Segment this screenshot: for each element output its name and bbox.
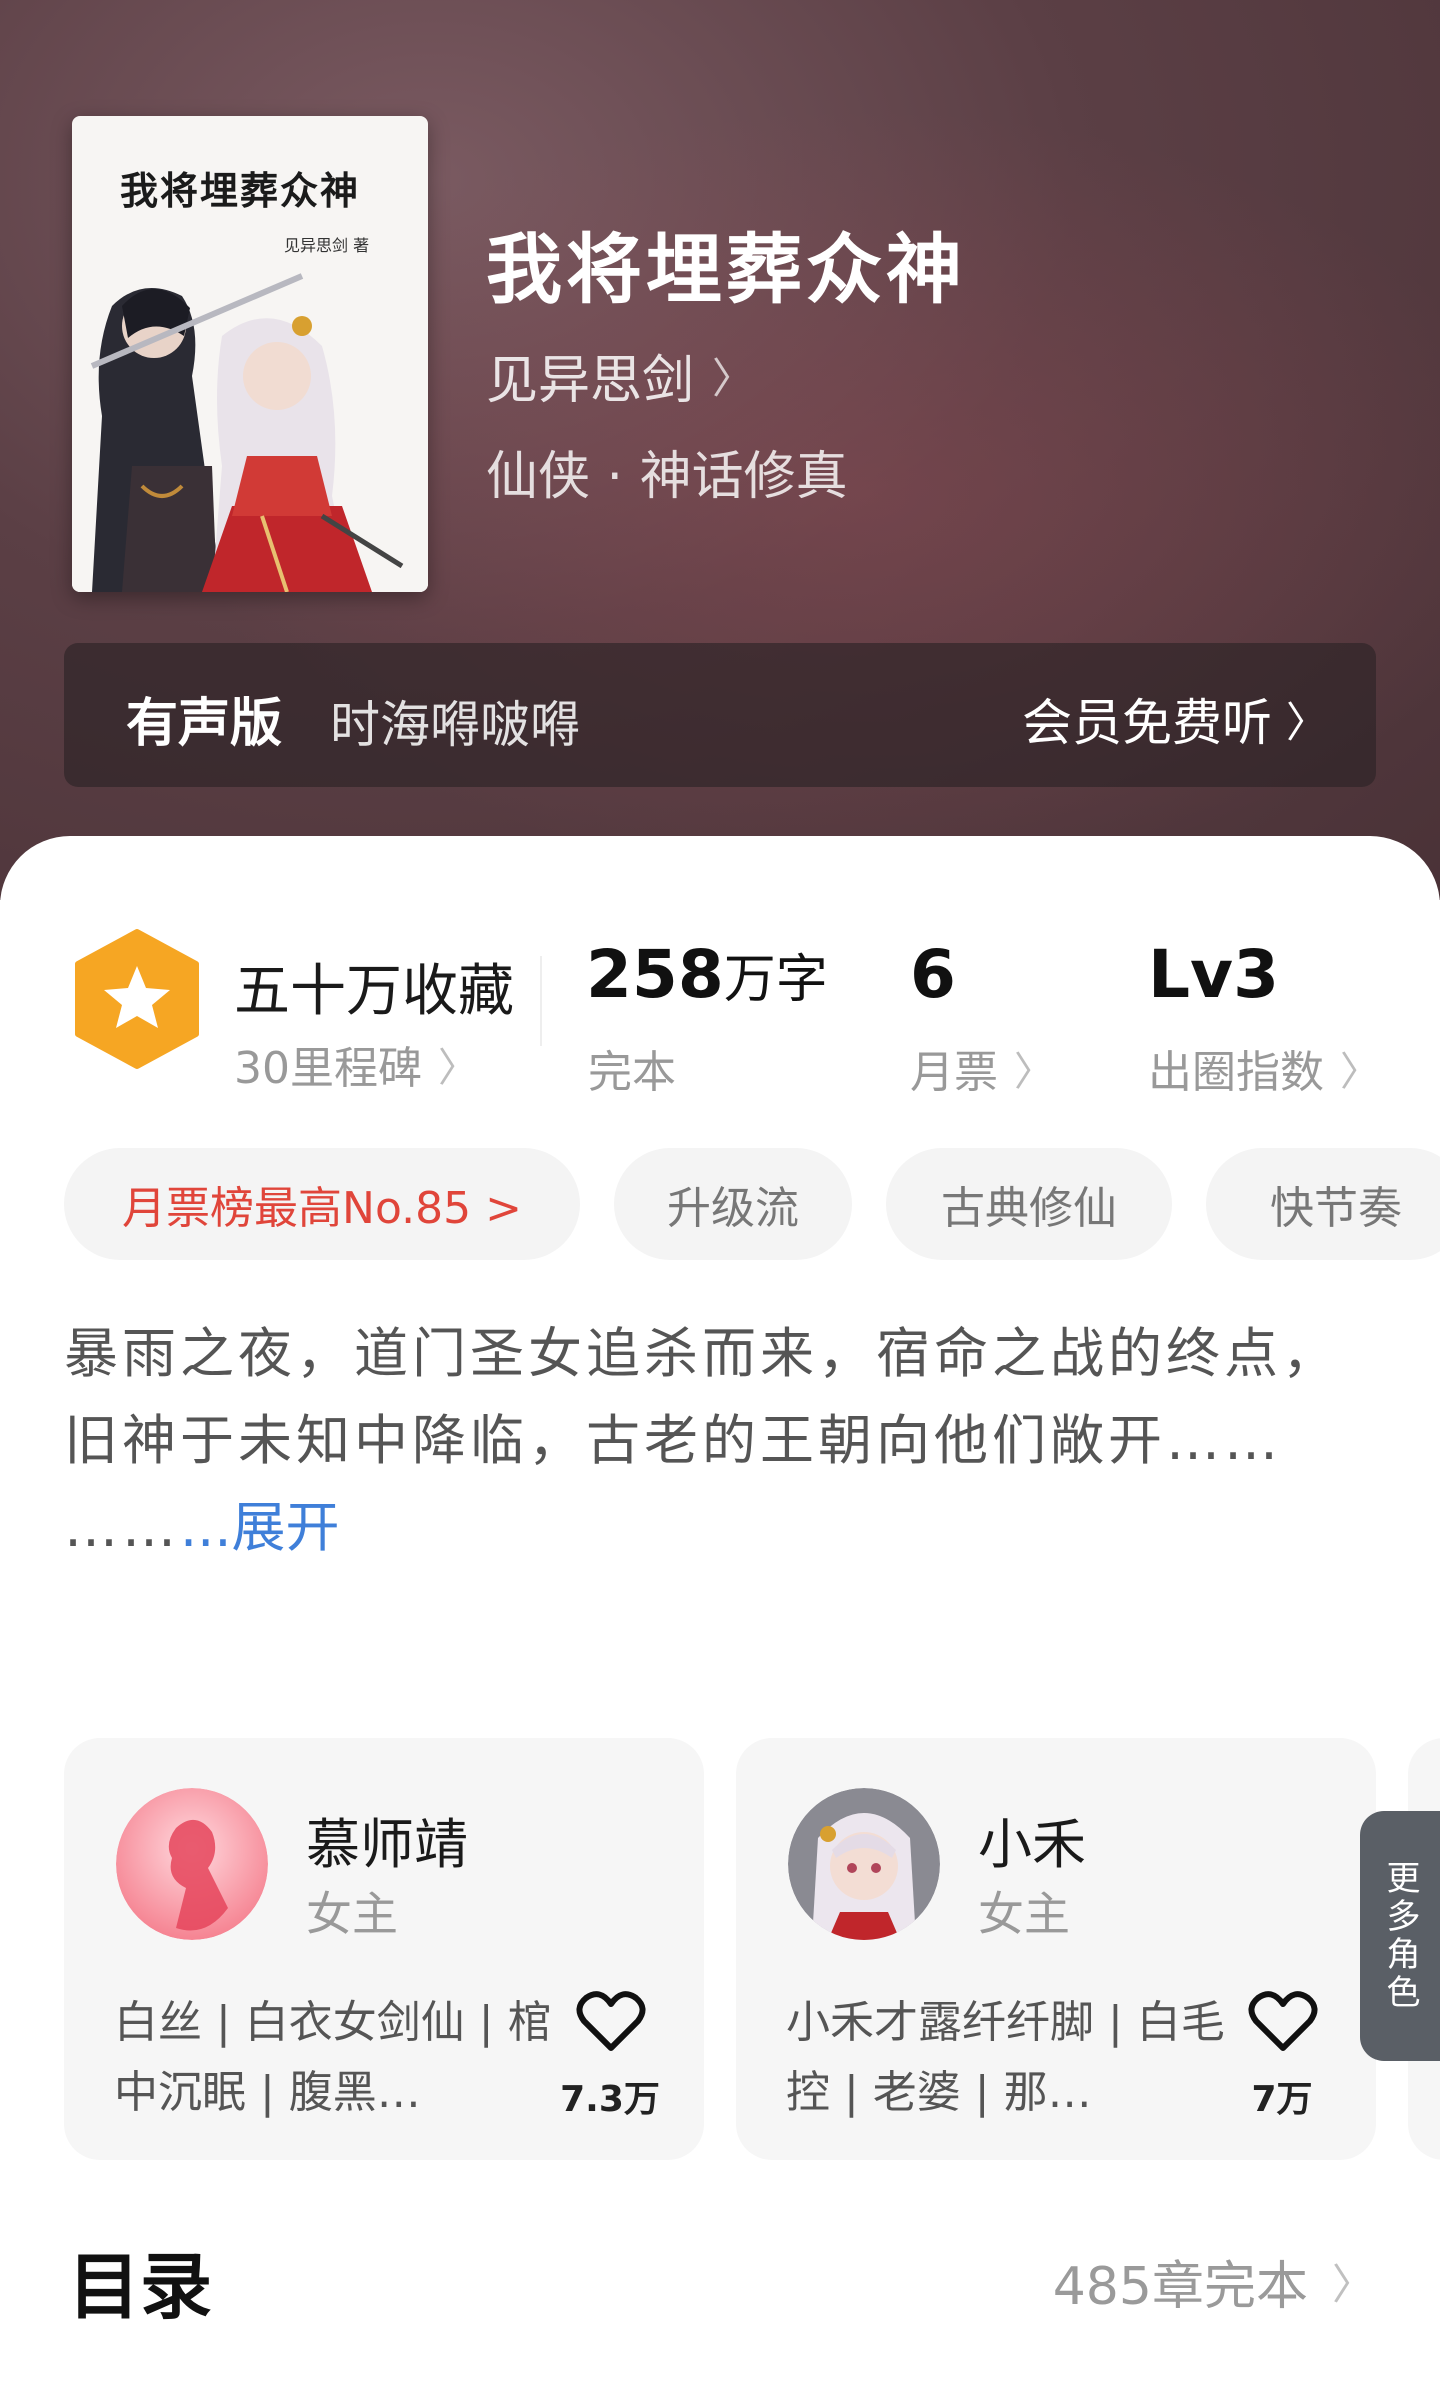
toc-summary: 485章完本 [1052,2257,1308,2317]
character-name: 小禾 [978,1813,1086,1876]
chevron-right-icon: 〉 [1014,1049,1054,1095]
tag-classic-cultivation[interactable]: 古典修仙 [886,1148,1172,1260]
word-count-number: 258 [586,936,724,1013]
tag-monthly-rank[interactable]: 月票榜最高No.85 > [64,1148,580,1260]
heart-icon[interactable] [576,1990,646,2054]
book-cover[interactable]: 我将埋葬众神 见异思剑 著 [72,116,428,592]
like-count: 7万 [1251,2079,1313,2120]
cover-author: 见异思剑 著 [284,236,370,255]
synopsis[interactable]: 暴雨之夜，道门圣女追杀而来，宿命之战的终点，旧神于未知中降临，古老的王朝向他们敞… [64,1310,1364,1571]
votes-number: 6 [910,936,956,1013]
more-roles-label: 更多角色 [1380,1860,1420,2012]
book-title: 我将埋葬众神 [486,225,966,314]
heart-icon[interactable] [1248,1990,1318,2054]
tag-level-up[interactable]: 升级流 [614,1148,852,1260]
character-card[interactable]: 慕师靖 女主 白丝 | 白衣女剑仙 | 棺中沉眠 | 腹黑… 7.3万 [64,1738,704,2160]
more-roles-button[interactable]: 更多角色 [1360,1811,1440,2061]
popularity-index-link[interactable]: 出圈指数 〉 [1148,1036,1380,1100]
chevron-right-icon: 〉 [1331,2260,1374,2309]
collection-count: 五十万收藏 [234,959,514,1024]
chevron-right-icon: 〉 [438,1045,478,1091]
cover-title: 我将埋葬众神 [120,168,361,213]
milestone-link[interactable]: 30里程碑 〉 [234,1032,478,1096]
collection-badge-icon[interactable] [72,928,202,1070]
audio-label: 有声版 [126,694,283,754]
content-card: 五十万收藏 30里程碑 〉 258万字 完本 6 月票 〉 Lv3 出圈指数 〉… [0,836,1440,2392]
expand-link[interactable]: ...展开 [180,1496,340,1559]
milestone-label: 30里程碑 [234,1043,422,1094]
level-value: Lv3 [1148,936,1279,1013]
author-link[interactable]: 见异思剑 〉 [486,338,754,413]
stat-divider [540,956,542,1046]
character-role: 女主 [978,1887,1070,1941]
character-card[interactable]: 小禾 女主 小禾才露纤纤脚 | 白毛控 | 老婆 | 那… 7万 [736,1738,1376,2160]
cover-illustration [72,266,428,592]
chevron-right-icon: 〉 [1285,697,1328,747]
popularity-index-label: 出圈指数 [1148,1047,1324,1098]
genre-label: 仙侠 · 神话修真 [486,447,848,507]
chevron-right-icon: 〉 [1340,1049,1380,1095]
word-count: 258万字 [586,936,828,1013]
audio-version-bar[interactable]: 有声版 时海嘚啵嘚 会员免费听 〉 [64,643,1376,787]
toc-title: 目录 [68,2245,213,2329]
character-name: 慕师靖 [306,1813,468,1876]
word-count-unit: 万字 [723,950,828,1010]
toc-link[interactable]: 485章完本 〉 [1053,2244,1374,2319]
level-number: Lv3 [1148,936,1280,1013]
member-listen-button[interactable]: 会员免费听 〉 [1022,683,1328,755]
author-name: 见异思剑 [486,351,695,411]
character-tags: 白丝 | 白衣女剑仙 | 棺中沉眠 | 腹黑… [114,1997,552,2118]
character-avatar [788,1788,940,1940]
monthly-votes-link[interactable]: 月票 〉 [910,1036,1054,1100]
completion-status: 完本 [588,1047,676,1098]
character-tags: 小禾才露纤纤脚 | 白毛控 | 老婆 | 那… [786,1997,1225,2118]
tag-fast-paced[interactable]: 快节奏 [1206,1148,1440,1260]
chevron-right-icon: 〉 [712,354,755,403]
character-avatar [116,1788,268,1940]
like-count: 7.3万 [560,2079,660,2120]
member-listen-label: 会员免费听 [1021,694,1272,752]
character-role: 女主 [306,1887,398,1941]
audio-narrator: 时海嘚啵嘚 [330,696,580,754]
votes-label: 月票 [910,1047,998,1098]
monthly-votes-count: 6 [910,936,956,1013]
